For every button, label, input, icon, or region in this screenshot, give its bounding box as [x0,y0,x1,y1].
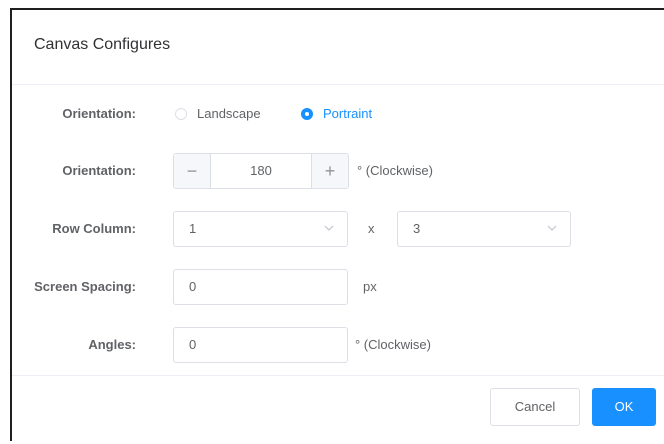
radio-portrait-label: Portraint [323,106,373,121]
screen-spacing-row: Screen Spacing: 0 px [12,269,664,305]
cancel-button[interactable]: Cancel [490,388,580,426]
row-column-row: Row Column: 1 x 3 [12,211,664,247]
chevron-down-icon [324,225,334,231]
angles-value: 0 [189,337,197,352]
rows-select[interactable]: 1 [173,211,348,247]
screen-spacing-unit: px [363,279,377,294]
orientation-label: Orientation: [62,106,136,121]
radio-landscape-label: Landscape [197,106,261,121]
radio-portrait[interactable]: Portraint [301,96,372,132]
screen-spacing-label: Screen Spacing: [34,279,136,294]
radio-unchecked-icon [175,107,187,120]
chevron-down-icon [547,225,557,231]
columns-select[interactable]: 3 [397,211,571,247]
rotation-row: Orientation: − 180 + ° (Clockwise) [12,153,664,189]
angles-label: Angles: [88,337,136,352]
radio-checked-icon [301,107,313,120]
angles-input[interactable]: 0 [173,327,348,363]
angles-unit: ° (Clockwise) [355,337,431,352]
screen-spacing-input[interactable]: 0 [173,269,348,305]
columns-select-value: 3 [413,221,421,236]
decrement-button[interactable]: − [174,154,211,188]
rotation-value[interactable]: 180 [211,154,311,188]
rotation-label: Orientation: [62,163,136,178]
dialog-footer: Cancel OK [12,375,664,444]
screen-spacing-value: 0 [189,279,197,294]
rows-select-value: 1 [189,221,197,236]
rotation-unit: ° (Clockwise) [357,163,433,178]
dialog-title: Canvas Configures [34,36,171,53]
ok-button[interactable]: OK [592,388,656,426]
dialog-header: Canvas Configures [12,10,664,85]
canvas-configures-dialog: Canvas Configures Orientation: Landscape… [10,8,664,441]
row-column-label: Row Column: [52,221,136,236]
angles-row: Angles: 0 ° (Clockwise) [12,327,664,363]
rotation-stepper: − 180 + [173,153,349,189]
orientation-row: Orientation: Landscape Portraint [12,96,664,132]
radio-landscape[interactable]: Landscape [175,96,261,132]
increment-button[interactable]: + [311,154,348,188]
row-column-separator: x [368,221,375,236]
